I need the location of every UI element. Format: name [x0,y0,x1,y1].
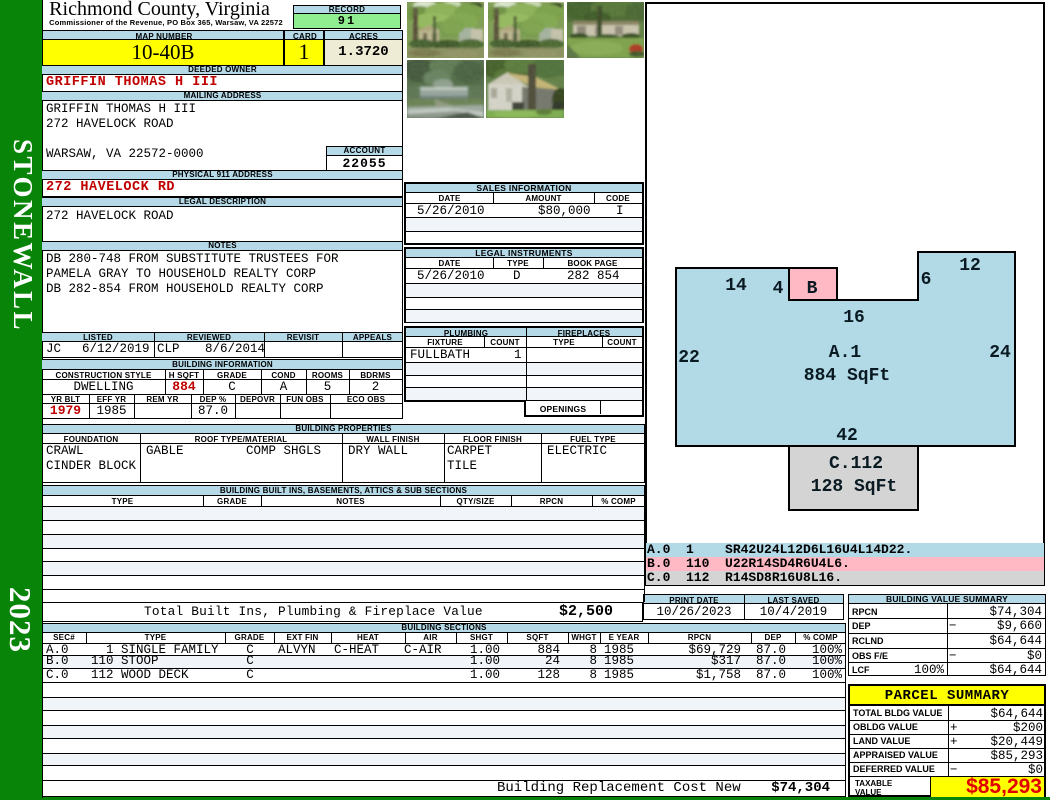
svg-text:C.112: C.112 [829,454,883,474]
svg-text:14: 14 [725,276,747,296]
svg-text:22: 22 [678,348,700,368]
svg-text:16: 16 [843,308,865,328]
svg-text:B: B [807,279,818,299]
svg-text:12: 12 [959,256,981,276]
svg-text:884 SqFt: 884 SqFt [804,366,890,386]
svg-text:A.1: A.1 [829,343,862,363]
svg-text:128 SqFt: 128 SqFt [811,477,897,497]
svg-text:42: 42 [836,426,858,446]
svg-text:6: 6 [921,270,932,290]
svg-text:4: 4 [773,279,784,299]
svg-text:24: 24 [989,343,1011,363]
